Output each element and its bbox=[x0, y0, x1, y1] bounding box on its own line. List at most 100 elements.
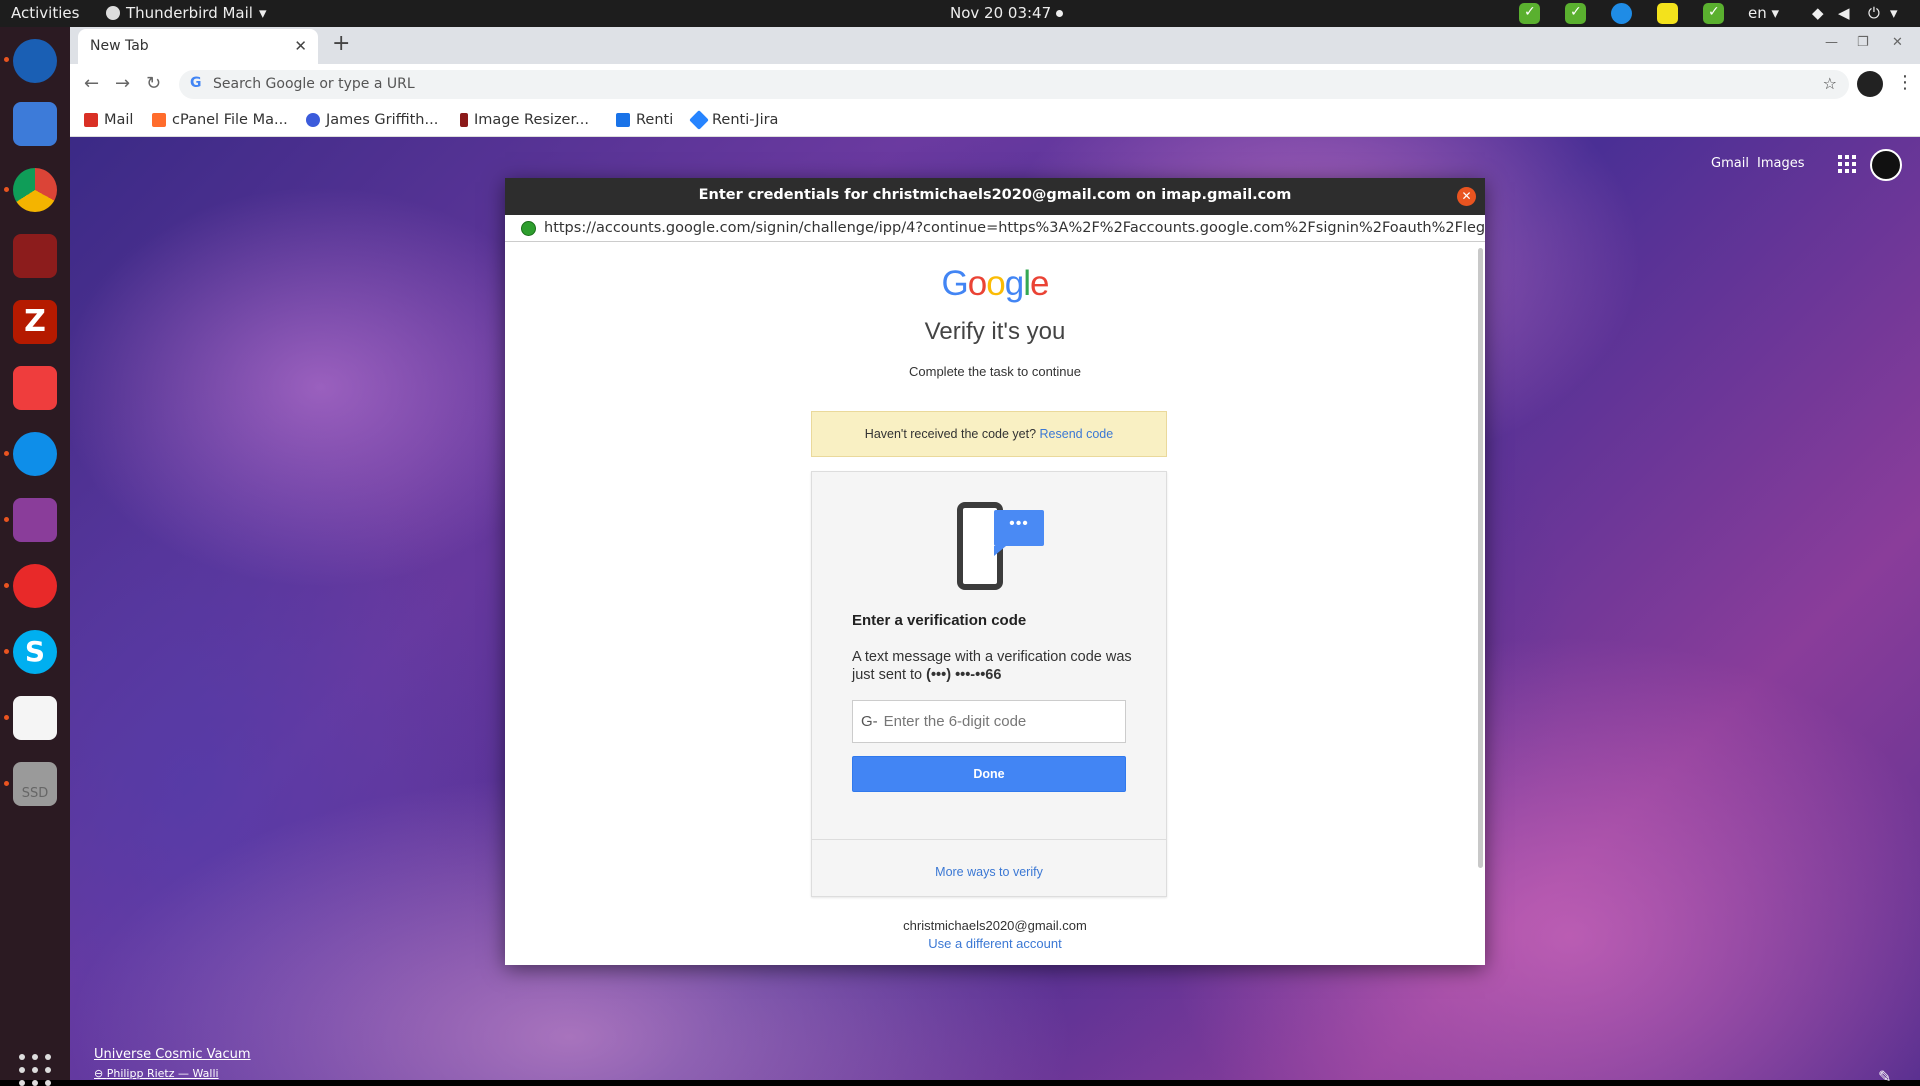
running-indicator bbox=[4, 715, 9, 720]
clock[interactable]: Nov 20 03:47 bbox=[950, 4, 1064, 22]
gmail-link[interactable]: Gmail bbox=[1711, 156, 1749, 171]
clock-label: Nov 20 03:47 bbox=[950, 4, 1052, 22]
activities-button[interactable]: Activities bbox=[11, 4, 79, 22]
bookmark-cpanel[interactable]: cPanel File Ma... bbox=[152, 112, 288, 128]
running-indicator bbox=[4, 451, 9, 456]
bookmark-label: Renti bbox=[636, 112, 674, 128]
terminal-app-icon[interactable] bbox=[13, 234, 57, 278]
ssd-drive-icon[interactable]: SSD bbox=[13, 762, 57, 806]
background-credit-author[interactable]: ⊖ Philipp Rietz — Walli bbox=[94, 1067, 219, 1080]
tray-check-icon[interactable] bbox=[1519, 3, 1540, 24]
notes-tray-icon[interactable] bbox=[1657, 3, 1678, 24]
page-subheading: Complete the task to continue bbox=[909, 364, 1081, 379]
teamviewer-tray-icon[interactable] bbox=[1611, 3, 1632, 24]
address-bar[interactable]: G Search Google or type a URL ☆ bbox=[179, 70, 1849, 99]
card-description: A text message with a verification code … bbox=[852, 648, 1142, 684]
card-title: Enter a verification code bbox=[852, 612, 1027, 629]
system-top-bar: Activities Thunderbird Mail ▾ Nov 20 03:… bbox=[0, 0, 1920, 27]
wifi-icon[interactable]: ◆ bbox=[1812, 4, 1824, 22]
address-bar-placeholder: Search Google or type a URL bbox=[213, 76, 415, 92]
video-player-icon[interactable] bbox=[13, 498, 57, 542]
done-button[interactable]: Done bbox=[852, 756, 1126, 792]
bookmarks-bar: Mail cPanel File Ma... James Griffith...… bbox=[70, 106, 1920, 137]
minimize-icon[interactable]: — bbox=[1825, 35, 1838, 50]
back-icon[interactable]: ← bbox=[84, 73, 99, 94]
running-indicator bbox=[4, 187, 9, 192]
site-icon bbox=[306, 113, 320, 127]
bookmark-renti[interactable]: Renti bbox=[616, 112, 673, 128]
signin-content: Google Verify it's you Complete the task… bbox=[505, 242, 1485, 951]
anydesk-icon[interactable] bbox=[13, 366, 57, 410]
cpanel-icon bbox=[152, 113, 166, 127]
reload-icon[interactable]: ↻ bbox=[146, 73, 161, 94]
dialog-url-bar: https://accounts.google.com/signin/chall… bbox=[505, 215, 1485, 242]
tray-check-icon[interactable] bbox=[1703, 3, 1724, 24]
volume-icon[interactable]: ◀ bbox=[1838, 4, 1850, 22]
background-credit-title[interactable]: Universe Cosmic Vacum bbox=[94, 1047, 251, 1062]
images-link[interactable]: Images bbox=[1757, 156, 1805, 171]
bookmark-image-resizer[interactable]: Image Resizer... bbox=[460, 112, 589, 128]
credentials-dialog: Enter credentials for christmichaels2020… bbox=[505, 178, 1485, 965]
notification-dot-icon bbox=[1056, 10, 1064, 17]
chrome-icon[interactable] bbox=[13, 168, 57, 212]
bookmark-star-icon[interactable]: ☆ bbox=[1823, 74, 1837, 93]
app-menu-label: Thunderbird Mail bbox=[126, 4, 253, 22]
close-dialog-icon[interactable]: ✕ bbox=[1457, 187, 1476, 206]
bookmark-renti-jira[interactable]: Renti-Jira bbox=[689, 110, 778, 130]
restore-icon[interactable]: ❐ bbox=[1857, 35, 1869, 50]
bookmark-label: Mail bbox=[104, 112, 134, 128]
verification-card: ••• Enter a verification code A text mes… bbox=[811, 471, 1167, 897]
power-icon[interactable]: ⏻ bbox=[1868, 4, 1880, 22]
thunderbird-icon bbox=[106, 6, 120, 20]
show-applications-icon[interactable] bbox=[19, 1054, 51, 1086]
renti-icon bbox=[616, 113, 630, 127]
google-apps-icon[interactable] bbox=[1838, 155, 1856, 173]
teamviewer-icon[interactable] bbox=[13, 432, 57, 476]
message-bubble-icon: ••• bbox=[994, 510, 1044, 556]
running-indicator bbox=[4, 57, 9, 62]
resend-code-link[interactable]: Resend code bbox=[1040, 427, 1114, 441]
language-label: en bbox=[1748, 4, 1767, 22]
chat-icon[interactable] bbox=[13, 564, 57, 608]
jira-icon bbox=[689, 110, 709, 130]
tab-new-tab[interactable]: New Tab ✕ bbox=[78, 29, 318, 64]
chevron-down-icon[interactable]: ▾ bbox=[1890, 4, 1898, 22]
language-indicator[interactable]: en ▾ bbox=[1748, 4, 1779, 22]
more-ways-to-verify-link[interactable]: More ways to verify bbox=[812, 865, 1166, 879]
thunderbird-icon[interactable] bbox=[13, 39, 57, 83]
bookmark-james-griffith[interactable]: James Griffith... bbox=[306, 112, 438, 128]
browser-menu-icon[interactable]: ⋮ bbox=[1896, 72, 1914, 93]
google-logo: Google bbox=[941, 264, 1050, 303]
customize-pencil-icon[interactable]: ✎ bbox=[1878, 1067, 1891, 1086]
divider bbox=[812, 839, 1166, 840]
close-window-icon[interactable]: ✕ bbox=[1892, 35, 1903, 50]
close-tab-icon[interactable]: ✕ bbox=[294, 37, 307, 55]
files-icon[interactable] bbox=[13, 102, 57, 146]
forward-icon[interactable]: → bbox=[115, 73, 130, 94]
account-avatar[interactable] bbox=[1870, 149, 1902, 181]
bookmark-label: Image Resizer... bbox=[474, 112, 589, 128]
new-tab-button[interactable]: + bbox=[332, 31, 350, 56]
browser-toolbar: ← → ↻ G Search Google or type a URL ☆ ⋮ bbox=[70, 64, 1920, 106]
profile-avatar[interactable] bbox=[1857, 71, 1883, 97]
resend-notice: Haven't received the code yet? Resend co… bbox=[811, 411, 1167, 457]
page-heading: Verify it's you bbox=[924, 318, 1066, 345]
credit-author-label: Philipp Rietz — Walli bbox=[106, 1067, 219, 1080]
chevron-down-icon: ▾ bbox=[258, 4, 267, 22]
skype-icon[interactable]: S bbox=[13, 630, 57, 674]
gmail-icon bbox=[84, 113, 98, 127]
secure-lock-icon bbox=[521, 221, 536, 236]
code-prefix: G- bbox=[861, 713, 878, 730]
app-menu[interactable]: Thunderbird Mail ▾ bbox=[106, 4, 266, 22]
running-indicator bbox=[4, 649, 9, 654]
tray-check-icon[interactable] bbox=[1565, 3, 1586, 24]
text-editor-icon[interactable] bbox=[13, 696, 57, 740]
use-different-account-link[interactable]: Use a different account bbox=[505, 936, 1485, 951]
bookmark-mail[interactable]: Mail bbox=[84, 112, 133, 128]
filezilla-icon[interactable]: Z bbox=[13, 300, 57, 344]
tab-title: New Tab bbox=[90, 38, 149, 54]
verification-code-input[interactable]: G- Enter the 6-digit code bbox=[852, 700, 1126, 743]
bookmark-label: James Griffith... bbox=[326, 112, 439, 128]
bookmark-label: cPanel File Ma... bbox=[172, 112, 288, 128]
notice-text: Haven't received the code yet? bbox=[864, 427, 1037, 441]
